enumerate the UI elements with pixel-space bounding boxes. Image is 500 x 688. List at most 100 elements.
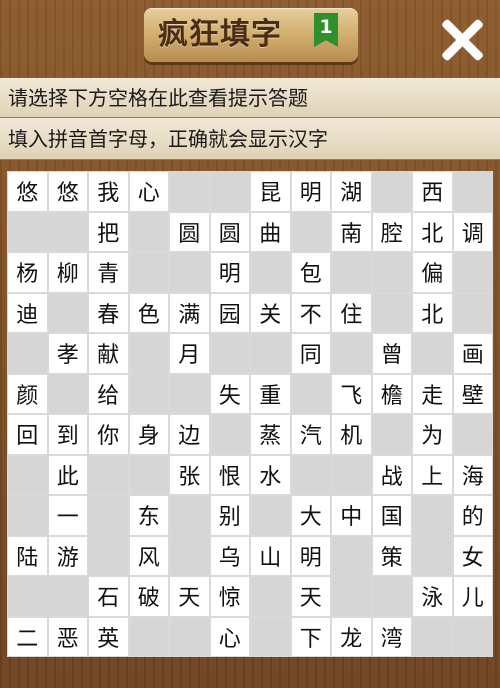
grid-cell-letter[interactable]: 到 xyxy=(47,414,88,455)
grid-cell-blank[interactable] xyxy=(412,495,453,536)
grid-cell-letter[interactable]: 天 xyxy=(169,576,210,617)
grid-cell-letter[interactable]: 乌 xyxy=(209,535,250,576)
grid-cell-letter[interactable]: 偏 xyxy=(412,252,453,293)
grid-cell-letter[interactable]: 满 xyxy=(169,292,210,333)
grid-cell-letter[interactable]: 颜 xyxy=(7,373,48,414)
grid-cell-letter[interactable]: 心 xyxy=(209,616,250,657)
grid-cell-blank[interactable] xyxy=(128,333,169,374)
grid-cell-blank[interactable] xyxy=(47,576,88,617)
grid-cell-letter[interactable]: 惊 xyxy=(209,576,250,617)
grid-cell-letter[interactable]: 给 xyxy=(88,373,129,414)
grid-cell-blank[interactable] xyxy=(371,252,412,293)
grid-cell-blank[interactable] xyxy=(88,495,129,536)
grid-cell-letter[interactable]: 月 xyxy=(169,333,210,374)
grid-cell-letter[interactable]: 风 xyxy=(128,535,169,576)
close-icon[interactable] xyxy=(436,14,488,66)
grid-cell-letter[interactable]: 国 xyxy=(371,495,412,536)
grid-cell-blank[interactable] xyxy=(169,535,210,576)
grid-cell-letter[interactable]: 下 xyxy=(290,616,331,657)
grid-cell-letter[interactable]: 海 xyxy=(452,454,493,495)
grid-cell-letter[interactable]: 檐 xyxy=(371,373,412,414)
grid-cell-letter[interactable]: 重 xyxy=(250,373,291,414)
grid-cell-blank[interactable] xyxy=(412,535,453,576)
grid-cell-letter[interactable]: 张 xyxy=(169,454,210,495)
grid-cell-letter[interactable]: 回 xyxy=(7,414,48,455)
grid-cell-blank[interactable] xyxy=(331,333,372,374)
grid-cell-blank[interactable] xyxy=(250,576,291,617)
grid-cell-blank[interactable] xyxy=(128,373,169,414)
grid-cell-letter[interactable]: 一 xyxy=(47,495,88,536)
grid-cell-letter[interactable]: 包 xyxy=(290,252,331,293)
grid-cell-letter[interactable]: 恨 xyxy=(209,454,250,495)
grid-cell-letter[interactable]: 迪 xyxy=(7,292,48,333)
grid-cell-blank[interactable] xyxy=(250,495,291,536)
grid-cell-blank[interactable] xyxy=(412,333,453,374)
grid-cell-letter[interactable]: 悠 xyxy=(7,171,48,212)
grid-cell-letter[interactable]: 中 xyxy=(331,495,372,536)
grid-cell-letter[interactable]: 陆 xyxy=(7,535,48,576)
grid-cell-blank[interactable] xyxy=(331,576,372,617)
grid-cell-blank[interactable] xyxy=(452,616,493,657)
grid-cell-letter[interactable]: 山 xyxy=(250,535,291,576)
grid-cell-letter[interactable]: 春 xyxy=(88,292,129,333)
grid-cell-blank[interactable] xyxy=(169,495,210,536)
grid-cell-blank[interactable] xyxy=(209,171,250,212)
grid-cell-letter[interactable]: 龙 xyxy=(331,616,372,657)
grid-cell-letter[interactable]: 汽 xyxy=(290,414,331,455)
grid-cell-blank[interactable] xyxy=(128,454,169,495)
grid-cell-letter[interactable]: 青 xyxy=(88,252,129,293)
grid-cell-letter[interactable]: 杨 xyxy=(7,252,48,293)
grid-cell-blank[interactable] xyxy=(169,373,210,414)
grid-cell-blank[interactable] xyxy=(169,252,210,293)
grid-cell-blank[interactable] xyxy=(452,252,493,293)
grid-cell-blank[interactable] xyxy=(290,373,331,414)
grid-cell-blank[interactable] xyxy=(169,616,210,657)
grid-cell-letter[interactable]: 儿 xyxy=(452,576,493,617)
grid-cell-blank[interactable] xyxy=(452,414,493,455)
grid-cell-blank[interactable] xyxy=(331,252,372,293)
grid-cell-letter[interactable]: 飞 xyxy=(331,373,372,414)
grid-cell-blank[interactable] xyxy=(7,211,48,252)
grid-cell-blank[interactable] xyxy=(169,171,210,212)
grid-cell-letter[interactable]: 曲 xyxy=(250,211,291,252)
grid-cell-letter[interactable]: 心 xyxy=(128,171,169,212)
grid-cell-letter[interactable]: 东 xyxy=(128,495,169,536)
grid-cell-letter[interactable]: 住 xyxy=(331,292,372,333)
grid-cell-blank[interactable] xyxy=(371,171,412,212)
grid-cell-letter[interactable]: 献 xyxy=(88,333,129,374)
grid-cell-blank[interactable] xyxy=(47,373,88,414)
grid-cell-blank[interactable] xyxy=(371,414,412,455)
grid-cell-blank[interactable] xyxy=(331,535,372,576)
grid-cell-blank[interactable] xyxy=(128,252,169,293)
grid-cell-blank[interactable] xyxy=(371,292,412,333)
grid-cell-letter[interactable]: 英 xyxy=(88,616,129,657)
grid-cell-blank[interactable] xyxy=(371,576,412,617)
grid-cell-letter[interactable]: 园 xyxy=(209,292,250,333)
grid-cell-letter[interactable]: 不 xyxy=(290,292,331,333)
grid-cell-letter[interactable]: 孝 xyxy=(47,333,88,374)
grid-cell-letter[interactable]: 你 xyxy=(88,414,129,455)
grid-cell-letter[interactable]: 把 xyxy=(88,211,129,252)
grid-cell-letter[interactable]: 边 xyxy=(169,414,210,455)
grid-cell-blank[interactable] xyxy=(47,211,88,252)
grid-cell-blank[interactable] xyxy=(88,535,129,576)
grid-cell-letter[interactable]: 湾 xyxy=(371,616,412,657)
grid-cell-blank[interactable] xyxy=(250,616,291,657)
grid-cell-blank[interactable] xyxy=(7,576,48,617)
grid-cell-letter[interactable]: 关 xyxy=(250,292,291,333)
grid-cell-letter[interactable]: 水 xyxy=(250,454,291,495)
grid-cell-letter[interactable]: 蒸 xyxy=(250,414,291,455)
grid-cell-letter[interactable]: 悠 xyxy=(47,171,88,212)
grid-cell-letter[interactable]: 柳 xyxy=(47,252,88,293)
grid-cell-letter[interactable]: 女 xyxy=(452,535,493,576)
grid-cell-blank[interactable] xyxy=(250,252,291,293)
grid-cell-blank[interactable] xyxy=(209,333,250,374)
grid-cell-letter[interactable]: 南 xyxy=(331,211,372,252)
grid-cell-blank[interactable] xyxy=(452,292,493,333)
grid-cell-letter[interactable]: 壁 xyxy=(452,373,493,414)
grid-cell-letter[interactable]: 恶 xyxy=(47,616,88,657)
grid-cell-letter[interactable]: 为 xyxy=(412,414,453,455)
grid-cell-blank[interactable] xyxy=(452,171,493,212)
grid-cell-letter[interactable]: 身 xyxy=(128,414,169,455)
grid-cell-blank[interactable] xyxy=(412,616,453,657)
